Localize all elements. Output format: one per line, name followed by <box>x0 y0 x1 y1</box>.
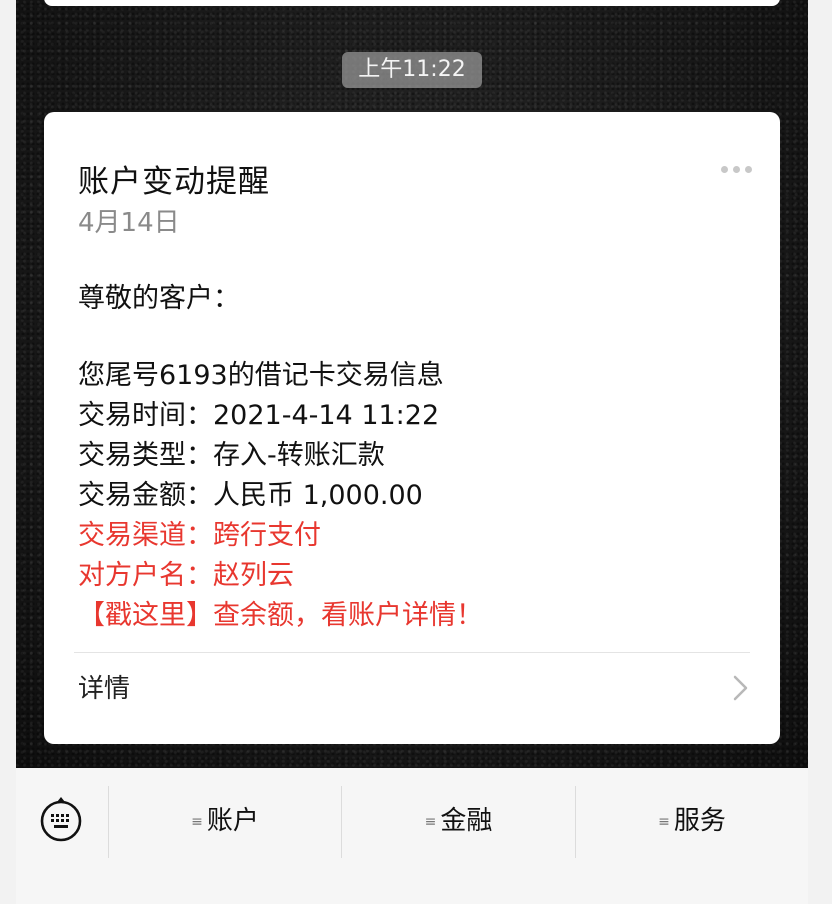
menu-service[interactable]: ≡ 服务 <box>576 796 808 846</box>
chat-screen: 上午11:22 账户变动提醒 4月14日 尊敬的客户： 您尾号6193的借记卡交… <box>16 0 808 904</box>
chat-background: 上午11:22 账户变动提醒 4月14日 尊敬的客户： 您尾号6193的借记卡交… <box>16 0 808 768</box>
card-divider <box>74 652 750 653</box>
check-balance-link[interactable]: 【戳这里】查余额，看账户详情！ <box>78 596 483 636</box>
message-timestamp: 上午11:22 <box>342 52 482 88</box>
dot <box>745 166 752 173</box>
transaction-info: 您尾号6193的借记卡交易信息 交易时间：2021-4-14 11:22 交易类… <box>78 356 483 636</box>
more-dots-icon[interactable] <box>721 166 752 173</box>
menu-lines-icon: ≡ <box>424 813 437 830</box>
transaction-amount-line: 交易金额：人民币 1,000.00 <box>78 480 423 511</box>
menu-account[interactable]: ≡ 账户 <box>109 796 341 846</box>
menu-finance-label: 金融 <box>440 806 493 836</box>
menu-account-label: 账户 <box>206 806 259 836</box>
card-number-line: 您尾号6193的借记卡交易信息 <box>78 360 444 391</box>
service-menu-bar: ≡ 账户 ≡ 金融 ≡ 服务 <box>16 768 808 904</box>
menu-lines-icon: ≡ <box>191 813 203 830</box>
card-title: 账户变动提醒 <box>78 164 270 200</box>
dot <box>733 166 740 173</box>
menu-service-label: 服务 <box>673 806 726 836</box>
account-alert-card[interactable]: 账户变动提醒 4月14日 尊敬的客户： 您尾号6193的借记卡交易信息 交易时间… <box>44 112 780 744</box>
card-date: 4月14日 <box>78 208 180 238</box>
previous-message-card[interactable] <box>44 0 780 6</box>
menu-finance[interactable]: ≡ 金融 <box>342 796 575 846</box>
menu-lines-icon: ≡ <box>658 813 670 830</box>
greeting-text: 尊敬的客户： <box>78 283 240 314</box>
transaction-time-line: 交易时间：2021-4-14 11:22 <box>78 400 440 431</box>
keyboard-icon[interactable] <box>38 796 84 842</box>
transaction-channel-line: 交易渠道：跨行支付 <box>78 520 321 551</box>
counterparty-name-line: 对方户名：赵列云 <box>78 560 294 591</box>
detail-link-label[interactable]: 详情 <box>78 668 130 705</box>
transaction-type-line: 交易类型：存入-转账汇款 <box>78 440 385 471</box>
chevron-right-icon[interactable] <box>732 674 750 702</box>
dot <box>721 166 728 173</box>
